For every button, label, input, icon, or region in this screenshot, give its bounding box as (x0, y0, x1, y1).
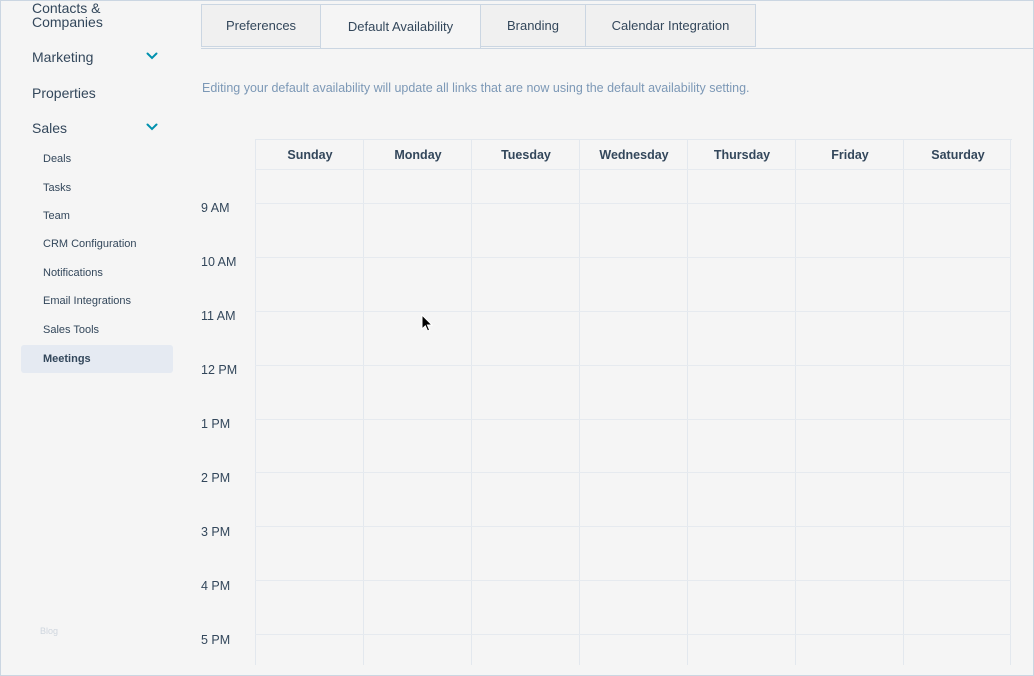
blog-link[interactable]: Blog (40, 626, 58, 636)
day-column-thursday[interactable]: Thursday (687, 139, 796, 665)
time-label: 2 PM (201, 471, 231, 485)
chevron-down-icon[interactable] (146, 52, 158, 60)
sidebar-item-sales-tools[interactable]: Sales Tools (43, 324, 99, 336)
sidebar-item-contacts-companies[interactable]: Contacts & Companies (32, 1, 132, 29)
sidebar-item-meetings[interactable]: Meetings (21, 345, 173, 373)
day-column-saturday[interactable]: Saturday (903, 139, 1012, 665)
tab-default-availability[interactable]: Default Availability (320, 4, 481, 49)
sidebar-item-email-integrations[interactable]: Email Integrations (43, 295, 131, 307)
sidebar-item-sales[interactable]: Sales (32, 121, 67, 135)
day-column-wednesday[interactable]: Wednesday (579, 139, 688, 665)
hour-line (255, 526, 1011, 527)
hour-line (255, 365, 1011, 366)
time-label: 4 PM (201, 579, 231, 593)
time-label: 9 AM (201, 201, 230, 215)
calendar-header-divider (255, 169, 1011, 170)
day-header: Saturday (904, 139, 1012, 170)
time-label: 11 AM (201, 309, 236, 323)
time-label: 1 PM (201, 417, 231, 431)
time-label: 10 AM (201, 255, 237, 269)
tab-calendar-integration[interactable]: Calendar Integration (585, 4, 756, 47)
time-label: 12 PM (201, 363, 238, 377)
day-header: Monday (364, 139, 472, 170)
mouse-pointer-icon (421, 313, 434, 332)
tab-branding[interactable]: Branding (480, 4, 586, 47)
day-header: Sunday (256, 139, 364, 170)
hour-line (255, 257, 1011, 258)
settings-sidebar: Contacts & Companies Marketing Propertie… (1, 1, 191, 675)
time-label: 5 PM (201, 633, 231, 647)
app-frame: Contacts & Companies Marketing Propertie… (0, 0, 1034, 676)
day-header: Thursday (688, 139, 796, 170)
day-header: Wednesday (580, 139, 688, 170)
day-column-tuesday[interactable]: Tuesday (471, 139, 580, 665)
day-column-friday[interactable]: Friday (795, 139, 904, 665)
tab-preferences[interactable]: Preferences (201, 4, 321, 47)
sidebar-item-crm-configuration[interactable]: CRM Configuration (43, 238, 137, 250)
sidebar-item-tasks[interactable]: Tasks (43, 182, 71, 194)
sidebar-item-team[interactable]: Team (43, 210, 70, 222)
sidebar-item-label: Meetings (43, 353, 91, 365)
availability-calendar[interactable]: Sunday Monday Tuesday Wednesday Thursday… (255, 139, 1012, 665)
day-header: Friday (796, 139, 904, 170)
tabs-divider (201, 48, 1034, 49)
day-header: Tuesday (472, 139, 580, 170)
hour-line (255, 203, 1011, 204)
hour-line (255, 580, 1011, 581)
chevron-down-icon[interactable] (146, 123, 158, 131)
hour-line (255, 419, 1011, 420)
day-column-sunday[interactable]: Sunday (255, 139, 364, 665)
sidebar-item-deals[interactable]: Deals (43, 153, 71, 165)
availability-info-text: Editing your default availability will u… (202, 81, 750, 95)
time-label: 3 PM (201, 525, 231, 539)
sidebar-item-properties[interactable]: Properties (32, 86, 96, 100)
day-column-monday[interactable]: Monday (363, 139, 472, 665)
hour-line (255, 311, 1011, 312)
sidebar-item-marketing[interactable]: Marketing (32, 50, 93, 64)
hour-line (255, 472, 1011, 473)
hour-line (255, 634, 1011, 635)
sidebar-item-notifications[interactable]: Notifications (43, 267, 103, 279)
